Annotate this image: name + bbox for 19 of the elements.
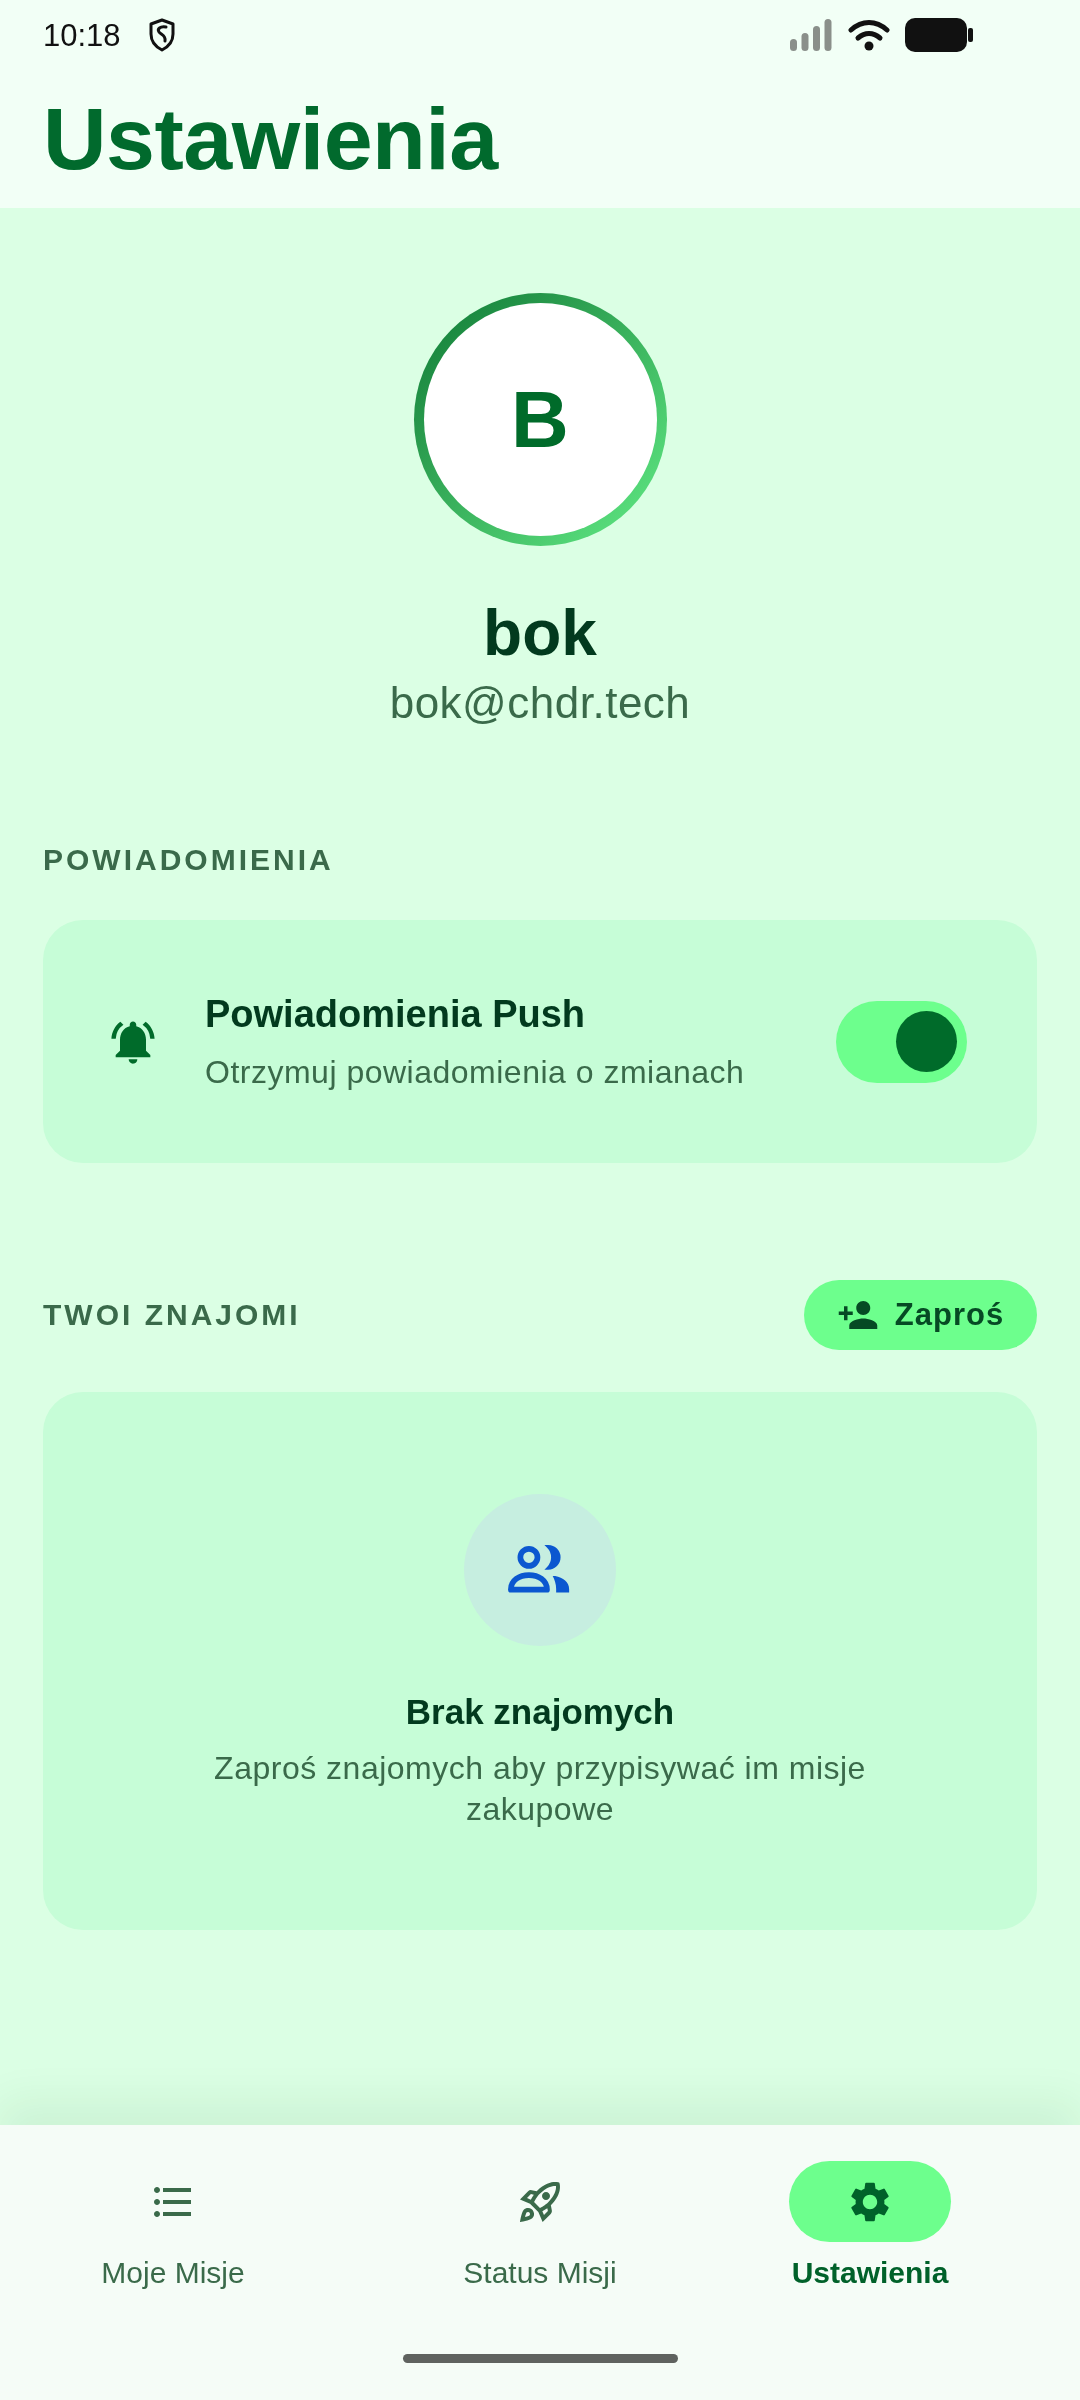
invite-button[interactable]: Zaproś	[804, 1280, 1037, 1350]
setting-title: Powiadomienia Push	[205, 992, 586, 1037]
wifi-icon	[848, 19, 890, 51]
profile-name: bok	[483, 596, 597, 670]
empty-state-title: Brak znajomych	[405, 1691, 675, 1733]
section-heading: POWIADOMIENIA	[43, 842, 334, 878]
setting-description: Otrzymuj powiadomienia o zmianach	[205, 1053, 745, 1092]
section-heading: TWOI ZNAJOMI	[43, 1297, 301, 1333]
profile-email: bok@chdr.tech	[389, 677, 691, 729]
page-title: Ustawienia	[43, 95, 498, 183]
status-time: 10:18	[43, 19, 121, 51]
battery-icon	[905, 18, 973, 52]
nav-tab[interactable]: Status Misji	[459, 2161, 621, 2291]
empty-state-message: Zaproś znajomych aby przypisywać im misje zakupowe	[213, 1749, 867, 1829]
shield-icon	[147, 18, 176, 52]
avatar-initial: B	[511, 379, 569, 460]
nav-tab[interactable]: Ustawienia	[789, 2161, 951, 2291]
signal-icon	[789, 19, 832, 51]
nav-tab[interactable]: Moje Misje	[92, 2161, 254, 2291]
